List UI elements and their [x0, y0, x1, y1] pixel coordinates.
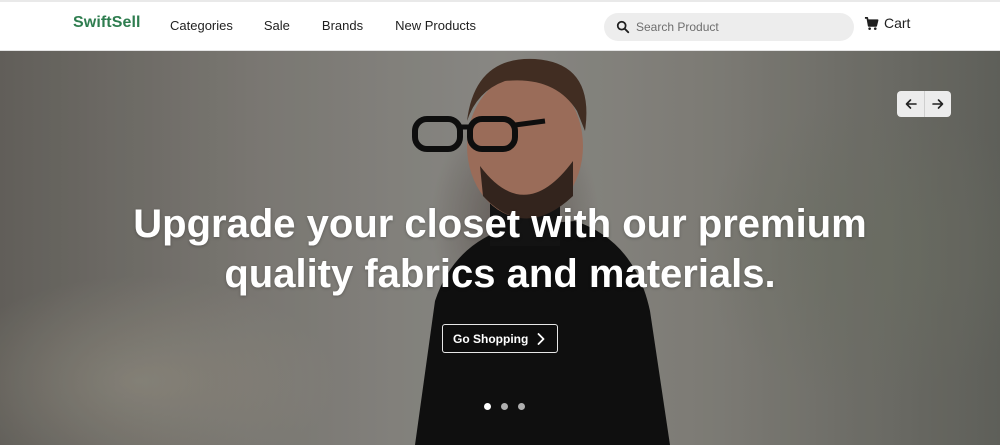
arrow-right-icon	[932, 99, 944, 109]
search-input[interactable]	[636, 13, 846, 41]
main-nav: Categories Sale Brands New Products	[170, 18, 476, 33]
nav-link-brands[interactable]: Brands	[322, 18, 363, 33]
go-shopping-label: Go Shopping	[453, 331, 529, 346]
hero-carousel: Upgrade your closet with our premium qua…	[0, 51, 1000, 445]
brand-logo[interactable]: SwiftSell	[73, 14, 141, 32]
carousel-indicators	[484, 403, 525, 410]
hero-title: Upgrade your closet with our premium qua…	[0, 199, 1000, 299]
cart-label: Cart	[884, 15, 911, 31]
go-shopping-button[interactable]: Go Shopping	[442, 324, 558, 353]
cart-button[interactable]: Cart	[864, 15, 910, 31]
carousel-dot-1[interactable]	[484, 403, 491, 410]
carousel-dot-2[interactable]	[501, 403, 508, 410]
arrow-left-icon	[905, 99, 917, 109]
nav-link-categories[interactable]: Categories	[170, 18, 233, 33]
nav-link-sale[interactable]: Sale	[264, 18, 290, 33]
carousel-prev-button[interactable]	[897, 91, 924, 117]
hero-title-line-1: Upgrade your closet with our premium	[133, 202, 867, 246]
cart-icon	[864, 16, 879, 30]
chevron-right-icon	[537, 333, 545, 345]
carousel-dot-3[interactable]	[518, 403, 525, 410]
search-icon	[616, 20, 630, 34]
nav-link-new-products[interactable]: New Products	[395, 18, 476, 33]
navbar: SwiftSell Categories Sale Brands New Pro…	[0, 2, 1000, 51]
search-bar	[604, 13, 854, 41]
carousel-arrows	[897, 91, 951, 117]
carousel-next-button[interactable]	[924, 91, 951, 117]
hero-title-line-2: quality fabrics and materials.	[224, 252, 776, 296]
